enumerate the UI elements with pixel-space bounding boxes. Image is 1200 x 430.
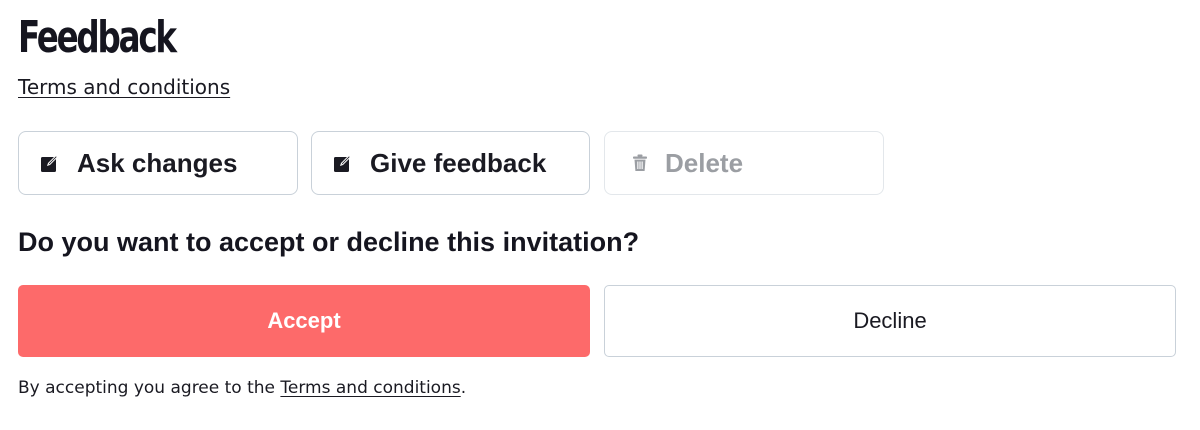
ask-changes-button[interactable]: Ask changes <box>18 131 298 195</box>
trash-icon <box>629 152 651 174</box>
decline-button[interactable]: Decline <box>604 285 1176 357</box>
terms-notice-link[interactable]: Terms and conditions <box>280 378 460 398</box>
invitation-question: Do you want to accept or decline this in… <box>18 227 640 257</box>
terms-link[interactable]: Terms and conditions <box>18 73 230 101</box>
edit-icon <box>39 152 61 174</box>
delete-label: Delete <box>665 147 744 178</box>
ask-changes-label: Ask changes <box>77 147 238 178</box>
edit-icon <box>332 152 354 174</box>
page-title: Feedback <box>18 12 177 63</box>
terms-notice: By accepting you agree to the Terms and … <box>18 375 466 401</box>
accept-button[interactable]: Accept <box>18 285 590 357</box>
delete-button[interactable]: Delete <box>604 131 884 195</box>
terms-notice-text: By accepting you agree to the <box>18 378 281 398</box>
terms-notice-suffix: . <box>460 378 467 398</box>
give-feedback-label: Give feedback <box>370 147 547 178</box>
give-feedback-button[interactable]: Give feedback <box>311 131 590 195</box>
